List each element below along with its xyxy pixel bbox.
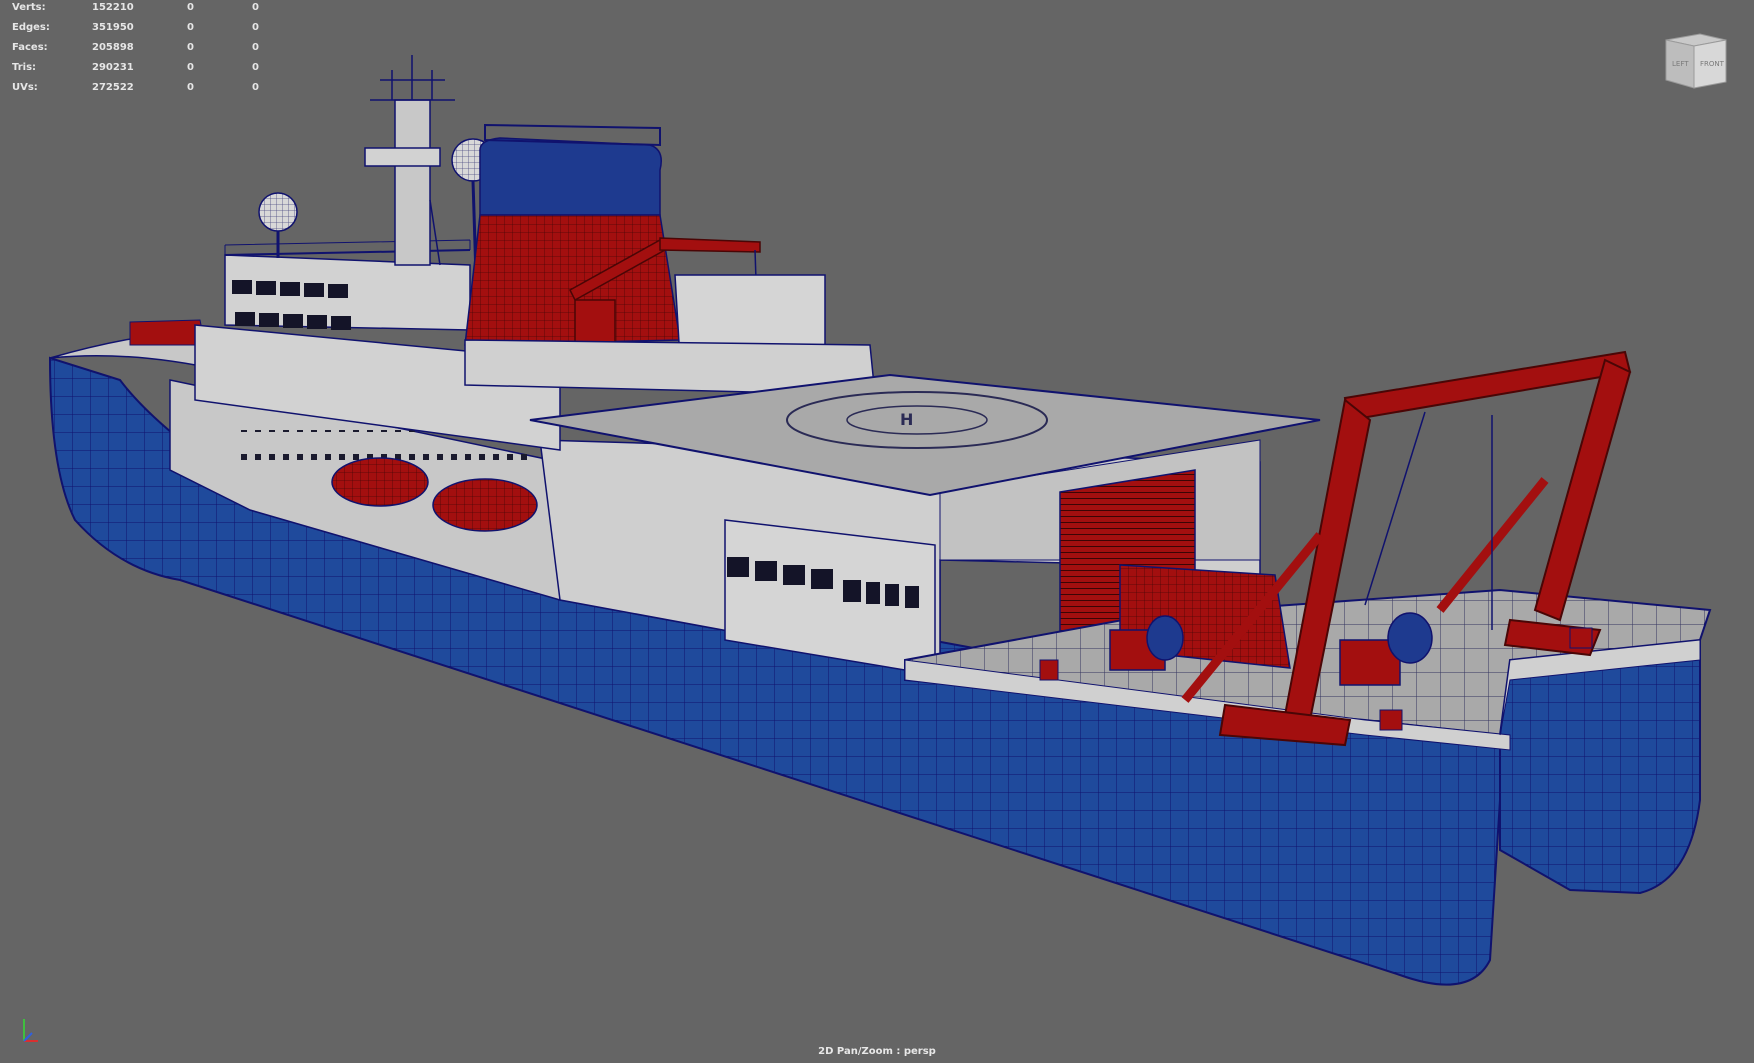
camera-status: 2D Pan/Zoom : persp [818, 1046, 936, 1057]
hud-value: 0 [187, 62, 194, 73]
hud-label: Verts: [12, 2, 46, 13]
funnel [464, 123, 681, 346]
svg-text:H: H [900, 410, 913, 429]
hud-value: 0 [187, 42, 194, 53]
view-cube[interactable]: LEFT FRONT [1660, 30, 1732, 92]
hud-value: 152210 [92, 2, 134, 13]
hud-value: 0 [252, 2, 259, 13]
hud-value: 0 [252, 82, 259, 93]
3d-viewport[interactable]: H [0, 0, 1754, 1063]
hud-value: 290231 [92, 62, 134, 73]
hud-label: Edges: [12, 22, 50, 33]
hud-value: 0 [187, 82, 194, 93]
ship-model: H [48, 55, 1712, 986]
hud-value: 0 [252, 42, 259, 53]
view-cube-front-label: FRONT [1700, 60, 1725, 68]
hud-label: UVs: [12, 82, 38, 93]
axis-gizmo-icon [18, 1015, 42, 1045]
hud-value: 272522 [92, 82, 134, 93]
hud-value: 205898 [92, 42, 134, 53]
hud-label: Faces: [12, 42, 48, 53]
hud-value: 0 [252, 62, 259, 73]
main-mast [364, 55, 455, 266]
hud-label: Tris: [12, 62, 37, 73]
radome-left [258, 192, 298, 232]
hud-value: 351950 [92, 22, 134, 33]
view-cube-left-label: LEFT [1672, 60, 1689, 68]
hud-value: 0 [187, 22, 194, 33]
hud-value: 0 [187, 2, 194, 13]
hud-value: 0 [252, 22, 259, 33]
